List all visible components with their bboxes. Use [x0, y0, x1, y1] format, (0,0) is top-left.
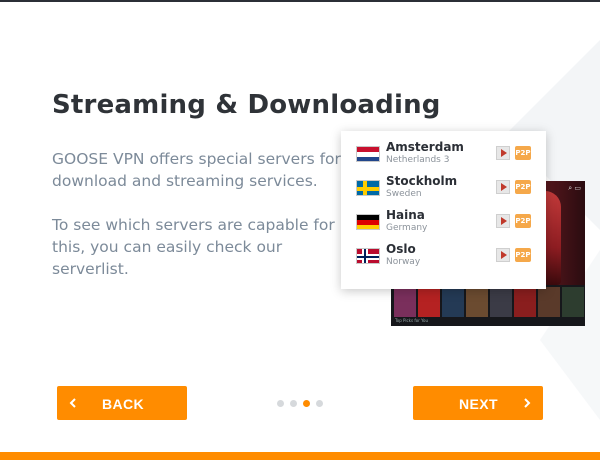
page-title: Streaming & Downloading: [52, 90, 441, 120]
p2p-badge[interactable]: P2P: [515, 248, 531, 262]
chevron-right-icon: [524, 398, 531, 408]
back-button-label: BACK: [102, 396, 145, 412]
poster-row-caption: Top Picks for You: [395, 318, 428, 323]
play-icon[interactable]: [496, 214, 510, 228]
poster-thumbnail: [442, 287, 464, 317]
back-button[interactable]: BACK: [57, 386, 187, 420]
server-row-amsterdam[interactable]: Amsterdam Netherlands 3 P2P: [341, 136, 546, 170]
poster-thumbnail: [418, 287, 440, 317]
p2p-badge[interactable]: P2P: [515, 146, 531, 160]
server-row-haina[interactable]: Haina Germany P2P: [341, 204, 546, 238]
intro-paragraph: GOOSE VPN offers special servers for dow…: [52, 150, 341, 190]
play-icon[interactable]: [496, 146, 510, 160]
server-city: Stockholm: [386, 174, 458, 188]
poster-thumbnail: [538, 287, 560, 317]
norway-flag-icon: [356, 248, 380, 264]
server-country: Netherlands 3: [386, 155, 450, 165]
chevron-left-icon: [69, 398, 76, 408]
p2p-badge[interactable]: P2P: [515, 180, 531, 194]
poster-thumbnail: [394, 287, 416, 317]
page-dot-active[interactable]: [303, 400, 310, 407]
server-country: Germany: [386, 223, 428, 233]
page-dot[interactable]: [290, 400, 297, 407]
p2p-badge[interactable]: P2P: [515, 214, 531, 228]
play-icon[interactable]: [496, 180, 510, 194]
server-country: Sweden: [386, 189, 422, 199]
server-city: Amsterdam: [386, 140, 464, 154]
germany-flag-icon: [356, 214, 380, 230]
next-button[interactable]: NEXT: [413, 386, 543, 420]
page-dot[interactable]: [316, 400, 323, 407]
sweden-flag-icon: [356, 180, 380, 196]
page-dot[interactable]: [277, 400, 284, 407]
server-city: Oslo: [386, 242, 416, 256]
poster-thumbnail: [466, 287, 488, 317]
poster-thumbnail: [514, 287, 536, 317]
server-country: Norway: [386, 257, 421, 267]
serverlist-paragraph: To see which servers are capable for thi…: [52, 216, 335, 278]
server-city: Haina: [386, 208, 425, 222]
poster-thumbnail: [490, 287, 512, 317]
streaming-app-icons: ⌕ ▭: [568, 184, 581, 192]
server-list-card: Amsterdam Netherlands 3 P2P Stockholm Sw…: [341, 131, 546, 289]
play-icon[interactable]: [496, 248, 510, 262]
server-row-stockholm[interactable]: Stockholm Sweden P2P: [341, 170, 546, 204]
server-row-oslo[interactable]: Oslo Norway P2P: [341, 238, 546, 272]
netherlands-flag-icon: [356, 146, 380, 162]
next-button-label: NEXT: [459, 396, 498, 412]
bottom-accent-bar: [0, 452, 600, 460]
poster-thumbnail: [562, 287, 584, 317]
